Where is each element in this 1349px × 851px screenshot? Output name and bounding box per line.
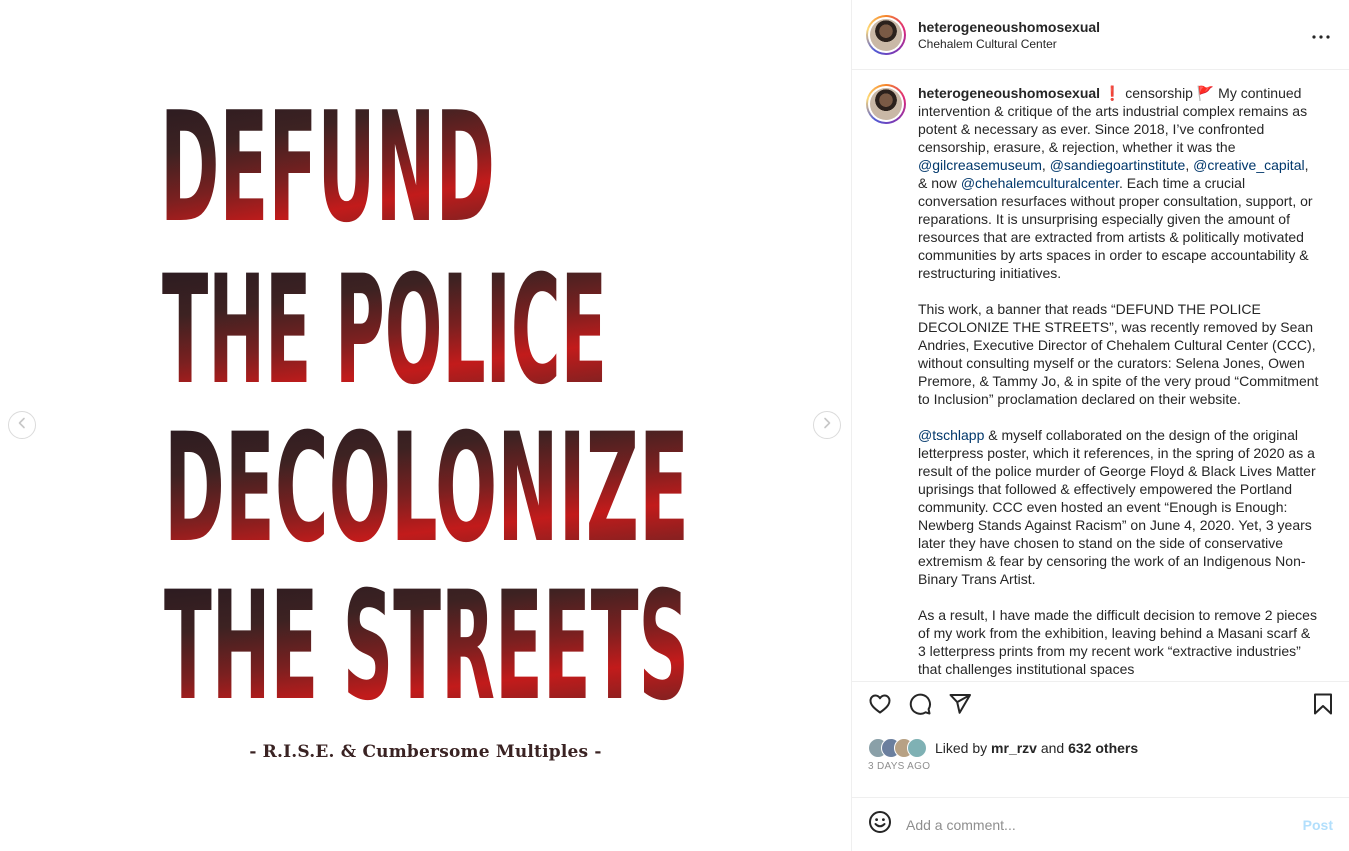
smiley-icon: [868, 810, 892, 839]
heart-icon: [868, 692, 892, 721]
likes-prefix: Liked by: [935, 740, 992, 756]
liker-avatar: [907, 738, 927, 758]
comment-composer: Post: [852, 797, 1349, 851]
caption-scroll-area[interactable]: heterogeneoushomosexual ❗ censorship 🚩 M…: [852, 70, 1349, 681]
caption-text-segment: ❗ censorship: [1100, 85, 1197, 101]
mention-link[interactable]: @sandiegoartinstitute: [1050, 157, 1186, 173]
poster-line-4: THE STREETS: [164, 560, 689, 720]
paper-plane-icon: [948, 692, 972, 721]
location-link[interactable]: Chehalem Cultural Center: [918, 36, 1309, 52]
mention-link[interactable]: @creative_capital: [1193, 157, 1305, 173]
poster-art: DEFUND THE POLICE DECOLONIZE THE STREETS: [160, 79, 689, 734]
mention-link[interactable]: @tschlapp: [918, 427, 984, 443]
likes-count-link[interactable]: 632 others: [1068, 740, 1138, 756]
poster-credit: - R.I.S.E. & Cumbersome Multiples -: [249, 742, 602, 762]
comment-input[interactable]: [906, 816, 1303, 833]
comment-bubble-icon: [908, 692, 932, 721]
poster-line-2: THE POLICE: [162, 244, 607, 418]
red-flag-emoji: 🚩: [1196, 85, 1215, 101]
caption-text-segment: & myself collaborated on the design of t…: [918, 427, 1316, 587]
mention-link[interactable]: @chehalemculturalcenter: [961, 175, 1119, 191]
caption-text-segment: ,: [1041, 157, 1050, 173]
caption-paragraph-4: As a result, I have made the difficult d…: [918, 607, 1317, 677]
chevron-right-icon: [821, 416, 833, 434]
caption-text-segment: ,: [1185, 157, 1194, 173]
likes-mid: and: [1036, 740, 1069, 756]
caption-author-avatar[interactable]: [866, 84, 906, 124]
caption-paragraph-2: This work, a banner that reads “DEFUND T…: [918, 301, 1319, 407]
likes-summary[interactable]: Liked by mr_rzv and 632 others: [935, 740, 1138, 756]
mention-link[interactable]: @gilcreasemuseum: [918, 157, 1042, 173]
poster-line-1: DEFUND: [160, 80, 495, 256]
chevron-left-icon: [16, 416, 28, 434]
poster-image: DEFUND THE POLICE DECOLONIZE THE STREETS: [160, 79, 700, 734]
caption-paragraph-3: @tschlapp & myself collaborated on the d…: [918, 426, 1320, 588]
post-timestamp[interactable]: 3 DAYS AGO: [852, 759, 1349, 779]
poster-line-3: DECOLONIZE: [164, 402, 689, 576]
more-horizontal-icon: [1312, 26, 1330, 44]
share-button[interactable]: [946, 693, 974, 721]
post-modal: DEFUND THE POLICE DECOLONIZE THE STREETS…: [0, 0, 1349, 851]
previous-slide-button[interactable]: [8, 411, 36, 439]
post-header: heterogeneoushomosexual Chehalem Cultura…: [852, 0, 1349, 70]
more-options-button[interactable]: [1309, 23, 1333, 47]
avatar-photo: [870, 88, 902, 120]
post-comment-button[interactable]: Post: [1303, 817, 1333, 833]
liker-avatars: [868, 738, 927, 758]
next-slide-button[interactable]: [813, 411, 841, 439]
avatar-photo: [870, 18, 902, 51]
liker-username-link[interactable]: mr_rzv: [991, 740, 1037, 756]
media-pane: DEFUND THE POLICE DECOLONIZE THE STREETS…: [0, 0, 851, 851]
action-bar: [852, 681, 1349, 731]
emoji-picker-button[interactable]: [866, 811, 894, 839]
likes-row: Liked by mr_rzv and 632 others: [852, 731, 1349, 759]
save-button[interactable]: [1309, 693, 1337, 721]
caption-text: heterogeneoushomosexual ❗ censorship 🚩 M…: [918, 84, 1320, 678]
bookmark-icon: [1312, 692, 1334, 721]
comment-button[interactable]: [906, 693, 934, 721]
caption-username-link[interactable]: heterogeneoushomosexual: [918, 85, 1100, 101]
author-avatar[interactable]: [866, 14, 906, 55]
post-sidebar: heterogeneoushomosexual Chehalem Cultura…: [851, 0, 1349, 851]
caption-paragraph-1: heterogeneoushomosexual ❗ censorship 🚩 M…: [918, 84, 1320, 282]
author-username-link[interactable]: heterogeneoushomosexual: [918, 18, 1309, 36]
like-button[interactable]: [866, 693, 894, 721]
